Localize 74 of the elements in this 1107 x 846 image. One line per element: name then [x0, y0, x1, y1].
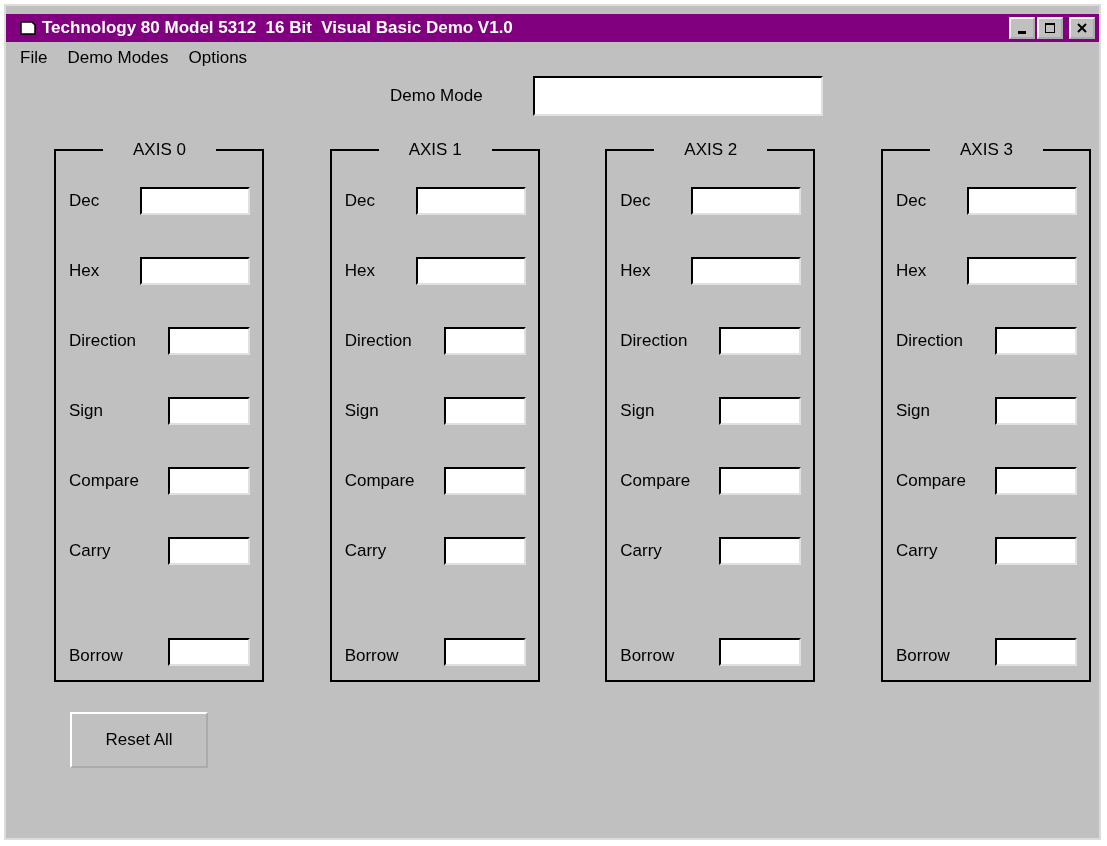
input-field[interactable] [140, 187, 250, 215]
field-label: Sign [895, 401, 930, 421]
axis-title: AXIS 2 [683, 140, 739, 160]
input-field[interactable] [719, 467, 802, 495]
field-label: Compare [344, 471, 415, 491]
field-label: Compare [620, 471, 691, 491]
field-label: Hex [895, 261, 927, 281]
demo-mode-label: Demo Mode [390, 86, 483, 106]
input-field[interactable] [719, 397, 802, 425]
menu-item[interactable]: Demo Modes [67, 48, 169, 68]
minimize-icon [1018, 30, 1026, 34]
input-field[interactable] [443, 327, 526, 355]
field-label: Borrow [895, 646, 950, 666]
field-label: Hex [344, 261, 375, 281]
reset-button[interactable]: Reset All [70, 712, 208, 768]
field-label: Dec [895, 191, 927, 211]
field-label: Dec [344, 191, 375, 211]
input-field[interactable] [168, 327, 250, 355]
field-label: Direction [895, 331, 964, 351]
minimize-button[interactable] [1009, 17, 1035, 39]
input-field[interactable] [168, 537, 250, 565]
field-label: Hex [620, 261, 651, 281]
close-icon [1076, 22, 1088, 34]
input-field[interactable] [994, 327, 1077, 355]
field-label: Compare [895, 471, 966, 491]
input-field[interactable] [443, 467, 526, 495]
input-field[interactable] [719, 638, 802, 666]
field-label: Carry [344, 541, 387, 561]
field-label: Dec [69, 191, 100, 211]
field-label: Carry [895, 541, 938, 561]
input-field[interactable] [415, 187, 526, 215]
field-label: Direction [344, 331, 412, 351]
input-field[interactable] [691, 187, 802, 215]
input-field[interactable] [966, 257, 1077, 285]
input-field[interactable] [443, 638, 526, 666]
field-label: Sign [620, 401, 655, 421]
input-field[interactable] [691, 257, 802, 285]
axis-title: AXIS 0 [132, 140, 187, 160]
field-label: Dec [620, 191, 651, 211]
input-field[interactable] [966, 187, 1077, 215]
input-field[interactable] [443, 397, 526, 425]
field-label: Sign [69, 401, 104, 421]
axis-title: AXIS 1 [407, 140, 463, 160]
field-label: Compare [69, 471, 139, 491]
field-label: Direction [620, 331, 688, 351]
maximize-icon [1044, 22, 1056, 34]
demo-mode-field[interactable] [532, 76, 823, 116]
field-label: Carry [69, 541, 111, 561]
window-icon [20, 20, 36, 36]
field-label: Borrow [344, 646, 399, 666]
input-field[interactable] [994, 397, 1077, 425]
input-field[interactable] [140, 257, 250, 285]
axis-title: AXIS 3 [959, 140, 1014, 160]
input-field[interactable] [994, 467, 1077, 495]
field-label: Borrow [69, 646, 123, 666]
field-label: Borrow [620, 646, 675, 666]
field-label: Carry [620, 541, 662, 561]
input-field[interactable] [443, 537, 526, 565]
input-field[interactable] [719, 537, 802, 565]
input-field[interactable] [168, 638, 250, 666]
menu-item[interactable]: Options [188, 48, 248, 68]
window-title: Technology 80 Model 5312 16 Bit Visual Basic Demo V1.0 [42, 18, 514, 38]
close-button[interactable] [1069, 17, 1095, 39]
input-field[interactable] [168, 467, 250, 495]
maximize-button[interactable] [1037, 17, 1063, 39]
input-field[interactable] [994, 638, 1077, 666]
field-label: Sign [344, 401, 379, 421]
input-field[interactable] [719, 327, 802, 355]
field-label: Direction [69, 331, 137, 351]
input-field[interactable] [994, 537, 1077, 565]
field-label: Hex [69, 261, 100, 281]
input-field[interactable] [415, 257, 526, 285]
input-field[interactable] [168, 397, 250, 425]
menu-item[interactable]: File [20, 48, 48, 68]
